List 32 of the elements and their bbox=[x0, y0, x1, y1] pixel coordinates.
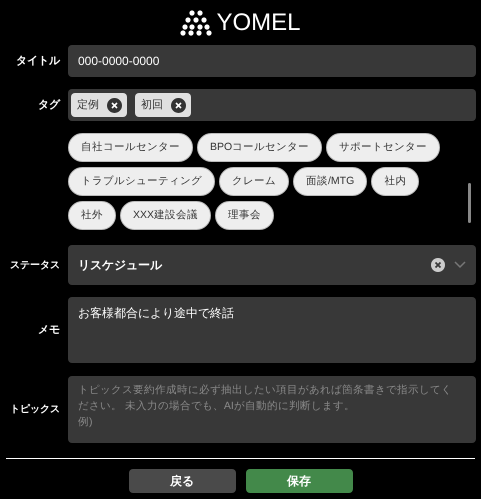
back-button[interactable]: 戻る bbox=[128, 469, 236, 493]
tag-option[interactable]: 理事会 bbox=[215, 201, 274, 230]
tag-option[interactable]: 面談/MTG bbox=[293, 167, 368, 196]
tag-option[interactable]: クレーム bbox=[219, 167, 289, 196]
field-label: メモ bbox=[37, 322, 60, 338]
field-label: タイトル bbox=[15, 54, 60, 69]
tag-label: 定例 bbox=[77, 98, 99, 113]
remove-icon[interactable] bbox=[107, 98, 122, 112]
tags-field[interactable]: 定例 初回 bbox=[68, 89, 476, 121]
placeholder-text: 例) bbox=[78, 415, 94, 430]
tag-option[interactable]: XXX建設会議 bbox=[120, 201, 212, 230]
remove-icon[interactable] bbox=[171, 98, 186, 112]
logo-icon bbox=[180, 10, 212, 36]
save-button[interactable]: 保存 bbox=[246, 469, 352, 493]
placeholder-text: トピックス要約作成時に必ず抽出したい項目があれば箇条書きで指示してください。 未入力の場合でも、AIが自動的に判断します。 bbox=[78, 383, 453, 414]
tag-option[interactable]: BPOコールセンター bbox=[197, 133, 322, 162]
field-label: ステータス bbox=[9, 258, 60, 272]
status-select[interactable]: リスケジュール bbox=[68, 245, 476, 285]
chevron-down-icon[interactable] bbox=[454, 261, 466, 269]
tag-option[interactable]: 社内 bbox=[371, 167, 420, 196]
field-label: タグ bbox=[37, 98, 60, 113]
tag-label: 初回 bbox=[141, 98, 163, 113]
title-field[interactable]: 000-0000-0000 bbox=[68, 45, 476, 77]
memo-field[interactable]: お客様都合により途中で終話 bbox=[68, 297, 476, 363]
clear-icon[interactable] bbox=[431, 258, 445, 272]
logo-text: YOMEL bbox=[216, 11, 301, 35]
tag-option[interactable]: 自社コールセンター bbox=[68, 133, 193, 162]
tag-option[interactable]: トラブルシューティング bbox=[68, 167, 215, 196]
field-label: トピックス bbox=[9, 402, 60, 417]
tag-option[interactable]: 社外 bbox=[68, 201, 116, 230]
tag-option[interactable]: サポートセンター bbox=[326, 133, 440, 162]
scrollbar[interactable] bbox=[468, 183, 471, 223]
